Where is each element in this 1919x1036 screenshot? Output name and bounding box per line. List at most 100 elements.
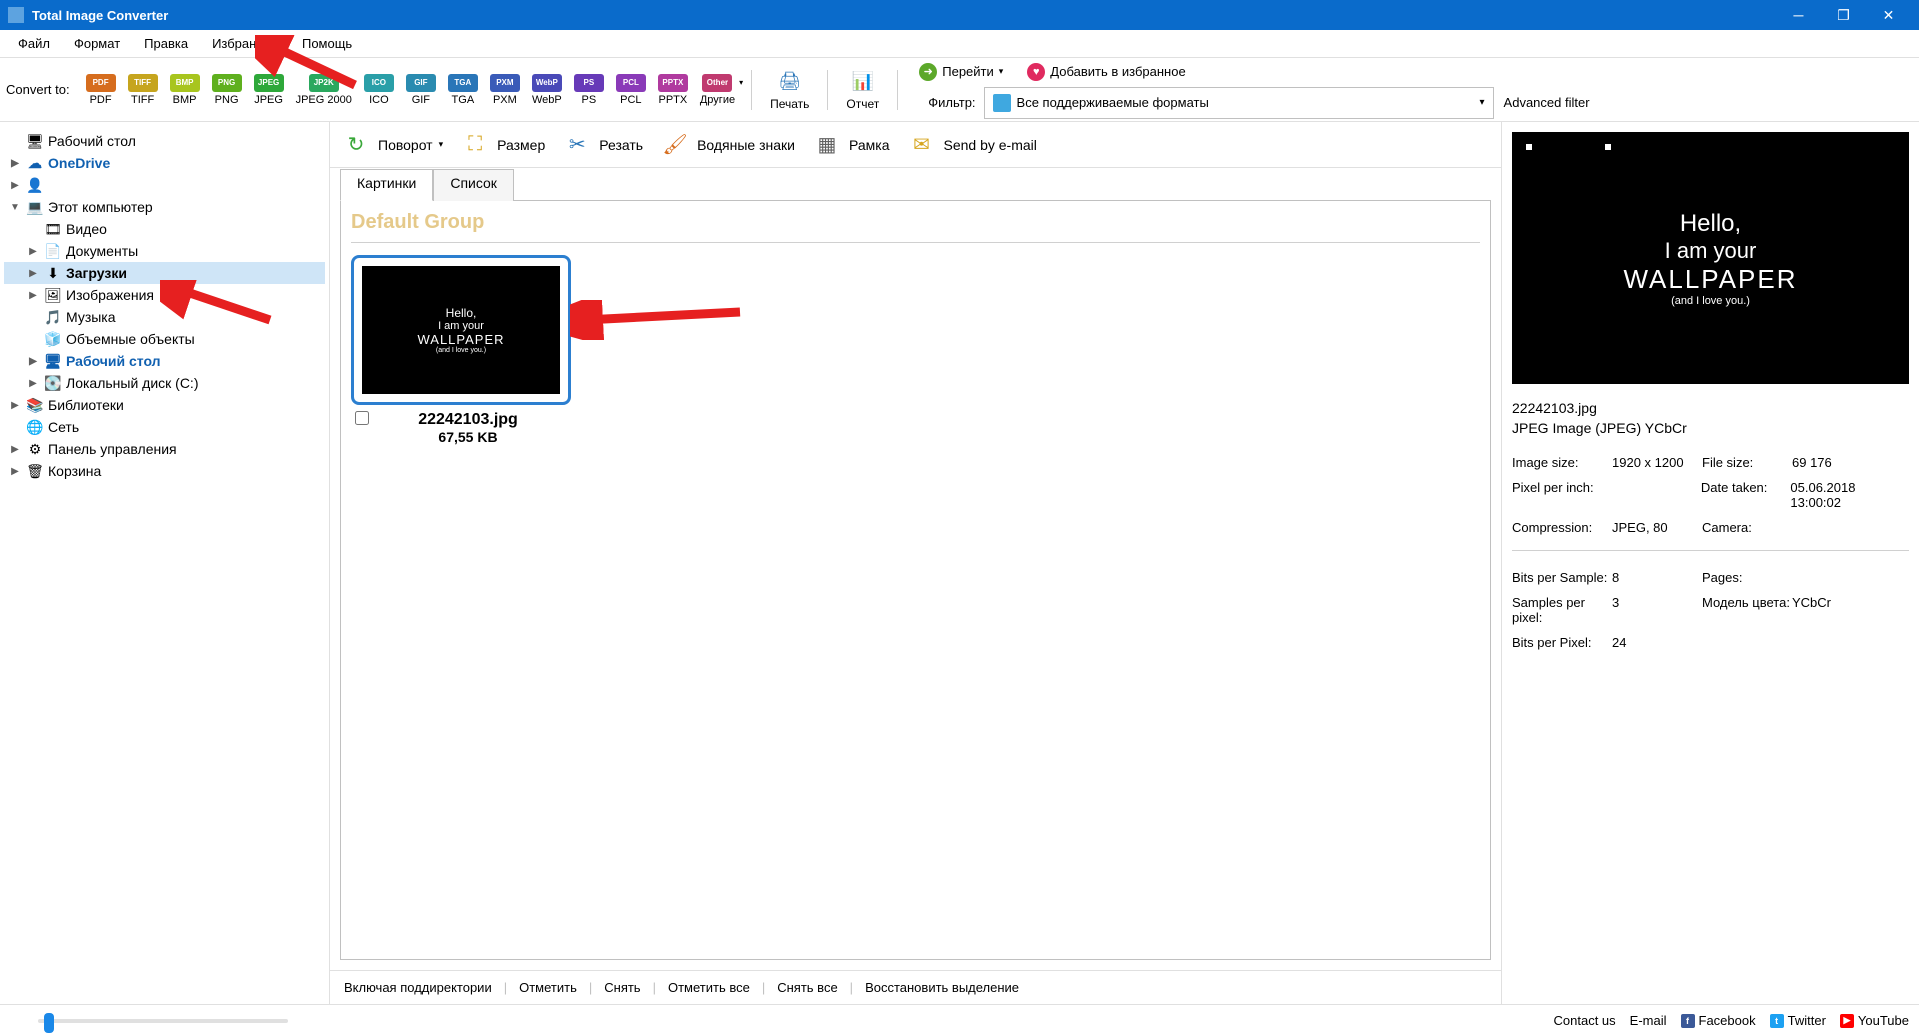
info-label (1702, 635, 1792, 650)
tree-item[interactable]: ▶☁OneDrive (4, 152, 325, 174)
convert-ico-button[interactable]: ICOICO (358, 72, 400, 108)
convert-jpeg-2000-button[interactable]: JP2KJPEG 2000 (290, 72, 358, 108)
filter-select[interactable]: Все поддерживаемые форматы ▾ (984, 87, 1494, 119)
close-button[interactable]: ✕ (1866, 0, 1911, 30)
print-button[interactable]: 🖨 Печать (762, 67, 817, 113)
advanced-filter-link[interactable]: Advanced filter (1504, 95, 1590, 110)
zoom-slider[interactable] (38, 1019, 288, 1023)
footer-link[interactable]: Снять все (773, 980, 841, 995)
goto-label: Перейти (942, 64, 994, 79)
tree-item[interactable]: ▶🖥Рабочий стол (4, 350, 325, 372)
tree-item[interactable]: 🧊Объемные объекты (4, 328, 325, 350)
menu-формат[interactable]: Формат (62, 30, 132, 57)
folder-icon: 📄 (44, 243, 62, 259)
convert-jpeg-button[interactable]: JPEGJPEG (248, 72, 290, 108)
thumbnail-grid[interactable]: Default Group Hello, I am your WALLPAPER… (340, 200, 1491, 960)
format-badge-icon: PCL (616, 74, 646, 92)
add-favorite-button[interactable]: ♥ Добавить в избранное (1021, 61, 1191, 83)
expander-icon[interactable]: ▶ (8, 466, 22, 477)
folder-icon: 🖥 (26, 133, 44, 149)
tree-item[interactable]: ▶📚Библиотеки (4, 394, 325, 416)
tab-список[interactable]: Список (433, 169, 514, 201)
tree-item[interactable]: ▶⚙Панель управления (4, 438, 325, 460)
action-button[interactable]: ↻Поворот▾ (340, 129, 443, 161)
print-icon: 🖨 (777, 69, 803, 95)
info-label: Bits per Pixel: (1512, 635, 1612, 650)
convert-pdf-button[interactable]: PDFPDF (80, 72, 122, 108)
expander-icon[interactable]: ▶ (26, 246, 40, 257)
convert-pxm-button[interactable]: PXMPXM (484, 72, 526, 108)
action-button[interactable]: ⛶Размер (459, 129, 545, 161)
expander-icon[interactable]: ▶ (8, 400, 22, 411)
convert-gif-button[interactable]: GIFGIF (400, 72, 442, 108)
expander-icon[interactable]: ▼ (8, 202, 22, 213)
info-row: Bits per Sample:8Pages: (1512, 565, 1909, 590)
expander-icon[interactable]: ▶ (8, 158, 22, 169)
expander-icon[interactable]: ▶ (26, 268, 40, 279)
maximize-button[interactable]: ❐ (1821, 0, 1866, 30)
email-link[interactable]: E-mail (1630, 1013, 1667, 1028)
expander-icon[interactable]: ▶ (8, 444, 22, 455)
menu-избранное[interactable]: Избранное (200, 30, 290, 57)
thumbnail-checkbox[interactable] (355, 411, 369, 425)
tree-item[interactable]: 🎞Видео (4, 218, 325, 240)
youtube-link[interactable]: ▶YouTube (1840, 1013, 1909, 1028)
action-button[interactable]: ✉Send by e-mail (906, 129, 1037, 161)
menu-помощь[interactable]: Помощь (290, 30, 364, 57)
separator (897, 70, 898, 110)
tree-item[interactable]: ▶🗑Корзина (4, 460, 325, 482)
convert-tiff-button[interactable]: TIFFTIFF (122, 72, 164, 108)
expander-icon[interactable]: ▶ (26, 378, 40, 389)
center-panel: ↻Поворот▾ ⛶Размер ✂Резать 🖌Водяные знаки ▦Ра… (330, 122, 1501, 1004)
tree-item[interactable]: 🖥Рабочий стол (4, 130, 325, 152)
format-badge-icon: PS (574, 74, 604, 92)
facebook-link[interactable]: fFacebook (1681, 1013, 1756, 1028)
convert-png-button[interactable]: PNGPNG (206, 72, 248, 108)
thumbnail-filename: 22242103.jpg (369, 411, 567, 429)
tree-item[interactable]: ▶📄Документы (4, 240, 325, 262)
tree-item[interactable]: ▶💽Локальный диск (C:) (4, 372, 325, 394)
tree-item[interactable]: 🎵Музыка (4, 306, 325, 328)
tab-картинки[interactable]: Картинки (340, 169, 433, 201)
folder-tree[interactable]: 🖥Рабочий стол▶☁OneDrive▶👤▼💻Этот компьюте… (0, 122, 330, 1004)
footer-link[interactable]: Снять (600, 980, 644, 995)
folder-icon: 🖼 (44, 287, 62, 303)
convert-ps-button[interactable]: PSPS (568, 72, 610, 108)
convert-webp-button[interactable]: WebPWebP (526, 72, 568, 108)
footer-link[interactable]: Отметить (515, 980, 581, 995)
convert-другие-button[interactable]: OtherДругие▾ (694, 72, 741, 108)
folder-icon: 🌐 (26, 419, 44, 435)
action-button[interactable]: ✂Резать (561, 129, 643, 161)
footer-link[interactable]: Восстановить выделение (861, 980, 1023, 995)
goto-button[interactable]: ➜ Перейти ▾ (913, 61, 1009, 83)
thumbnail-card[interactable]: Hello, I am your WALLPAPER (and I love y… (351, 255, 571, 445)
action-button[interactable]: 🖌Водяные знаки (659, 129, 795, 161)
info-label: Модель цвета: (1702, 595, 1792, 625)
tree-item[interactable]: ▼💻Этот компьютер (4, 196, 325, 218)
convert-tga-button[interactable]: TGATGA (442, 72, 484, 108)
action-button[interactable]: ▦Рамка (811, 129, 890, 161)
expander-icon[interactable]: ▶ (26, 290, 40, 301)
expander-icon[interactable]: ▶ (8, 180, 22, 191)
report-button[interactable]: 📊 Отчет (838, 67, 887, 113)
twitter-link[interactable]: tTwitter (1770, 1013, 1826, 1028)
convert-pcl-button[interactable]: PCLPCL (610, 72, 652, 108)
slider-thumb[interactable] (44, 1013, 54, 1033)
menu-правка[interactable]: Правка (132, 30, 200, 57)
convert-bmp-button[interactable]: BMPBMP (164, 72, 206, 108)
footer-link[interactable]: Отметить все (664, 980, 754, 995)
minimize-button[interactable]: ─ (1776, 0, 1821, 30)
print-label: Печать (770, 97, 809, 111)
addfav-label: Добавить в избранное (1050, 64, 1185, 79)
convert-pptx-button[interactable]: PPTXPPTX (652, 72, 694, 108)
separator: | (589, 980, 592, 995)
expander-icon[interactable]: ▶ (26, 356, 40, 367)
info-value: 8 (1612, 570, 1702, 585)
menu-файл[interactable]: Файл (6, 30, 62, 57)
tree-item[interactable]: 🌐Сеть (4, 416, 325, 438)
contact-us-link[interactable]: Contact us (1554, 1013, 1616, 1028)
tree-item[interactable]: ▶🖼Изображения (4, 284, 325, 306)
footer-link[interactable]: Включая поддиректории (340, 980, 496, 995)
tree-item[interactable]: ▶⬇Загрузки (4, 262, 325, 284)
tree-item[interactable]: ▶👤 (4, 174, 325, 196)
